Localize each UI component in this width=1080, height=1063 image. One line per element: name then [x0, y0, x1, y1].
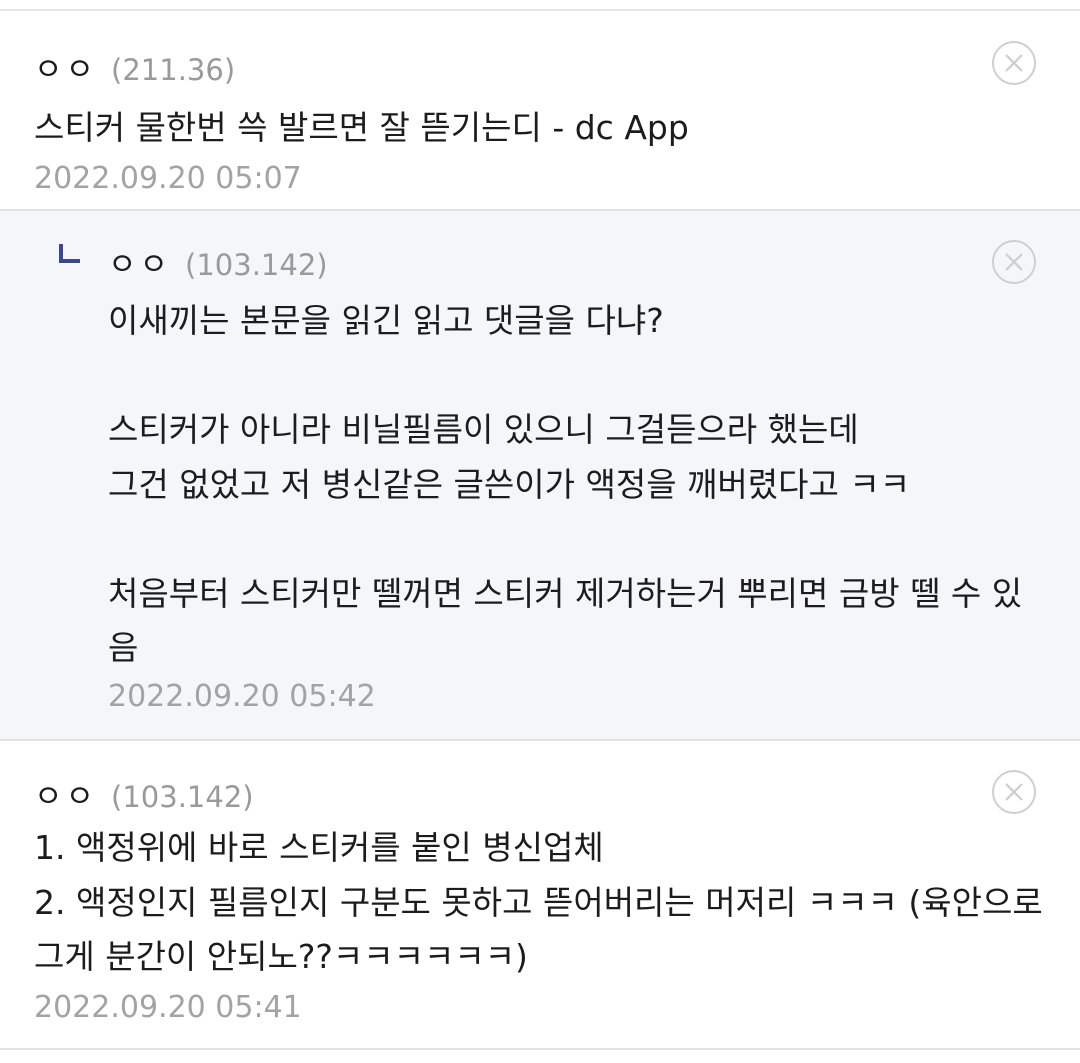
comment-date: 2022.09.20 05:42	[108, 679, 376, 714]
delete-comment-button[interactable]	[992, 240, 1036, 284]
comment-date: 2022.09.20 05:41	[34, 990, 302, 1025]
comment-date: 2022.09.20 05:07	[34, 161, 302, 196]
comment-ip: (103.142)	[185, 248, 328, 282]
delete-comment-button[interactable]	[992, 770, 1036, 814]
comment-ip: (211.36)	[111, 53, 236, 87]
delete-comment-button[interactable]	[992, 41, 1036, 85]
comment-text: 1. 액정위에 바로 스티커를 붙인 병신업체 2. 액정인지 필름인지 구분도…	[34, 828, 1043, 976]
close-circle-icon	[1005, 253, 1023, 271]
comment-header: ㅇㅇ (103.142)	[34, 771, 254, 816]
comment-text: 이새끼는 본문을 읽긴 읽고 댓글을 다냐? 스티커가 아니라 비닐필름이 있으…	[108, 301, 1023, 667]
reply-comment-item: ㅇㅇ (103.142) 이새끼는 본문을 읽긴 읽고 댓글을 다냐? 스티커가…	[0, 211, 1080, 741]
comment-text: 스티커 물한번 쓱 발르면 잘 뜯기는디 - dc App	[34, 108, 689, 147]
comment-header: ㅇㅇ (103.142)	[108, 239, 328, 284]
comment-item: ㅇㅇ (211.36) 스티커 물한번 쓱 발르면 잘 뜯기는디 - dc Ap…	[0, 11, 1080, 211]
close-circle-icon	[1005, 54, 1023, 72]
close-circle-icon	[1005, 783, 1023, 801]
reply-arrow-icon	[59, 244, 81, 264]
comment-nickname[interactable]: ㅇㅇ	[34, 44, 97, 89]
comment-item: ㅇㅇ (103.142) 1. 액정위에 바로 스티커를 붙인 병신업체 2. …	[0, 741, 1080, 1050]
comment-nickname[interactable]: ㅇㅇ	[34, 771, 97, 816]
comment-header: ㅇㅇ (211.36)	[34, 44, 235, 89]
comment-ip: (103.142)	[111, 780, 254, 814]
comment-nickname[interactable]: ㅇㅇ	[108, 239, 171, 284]
